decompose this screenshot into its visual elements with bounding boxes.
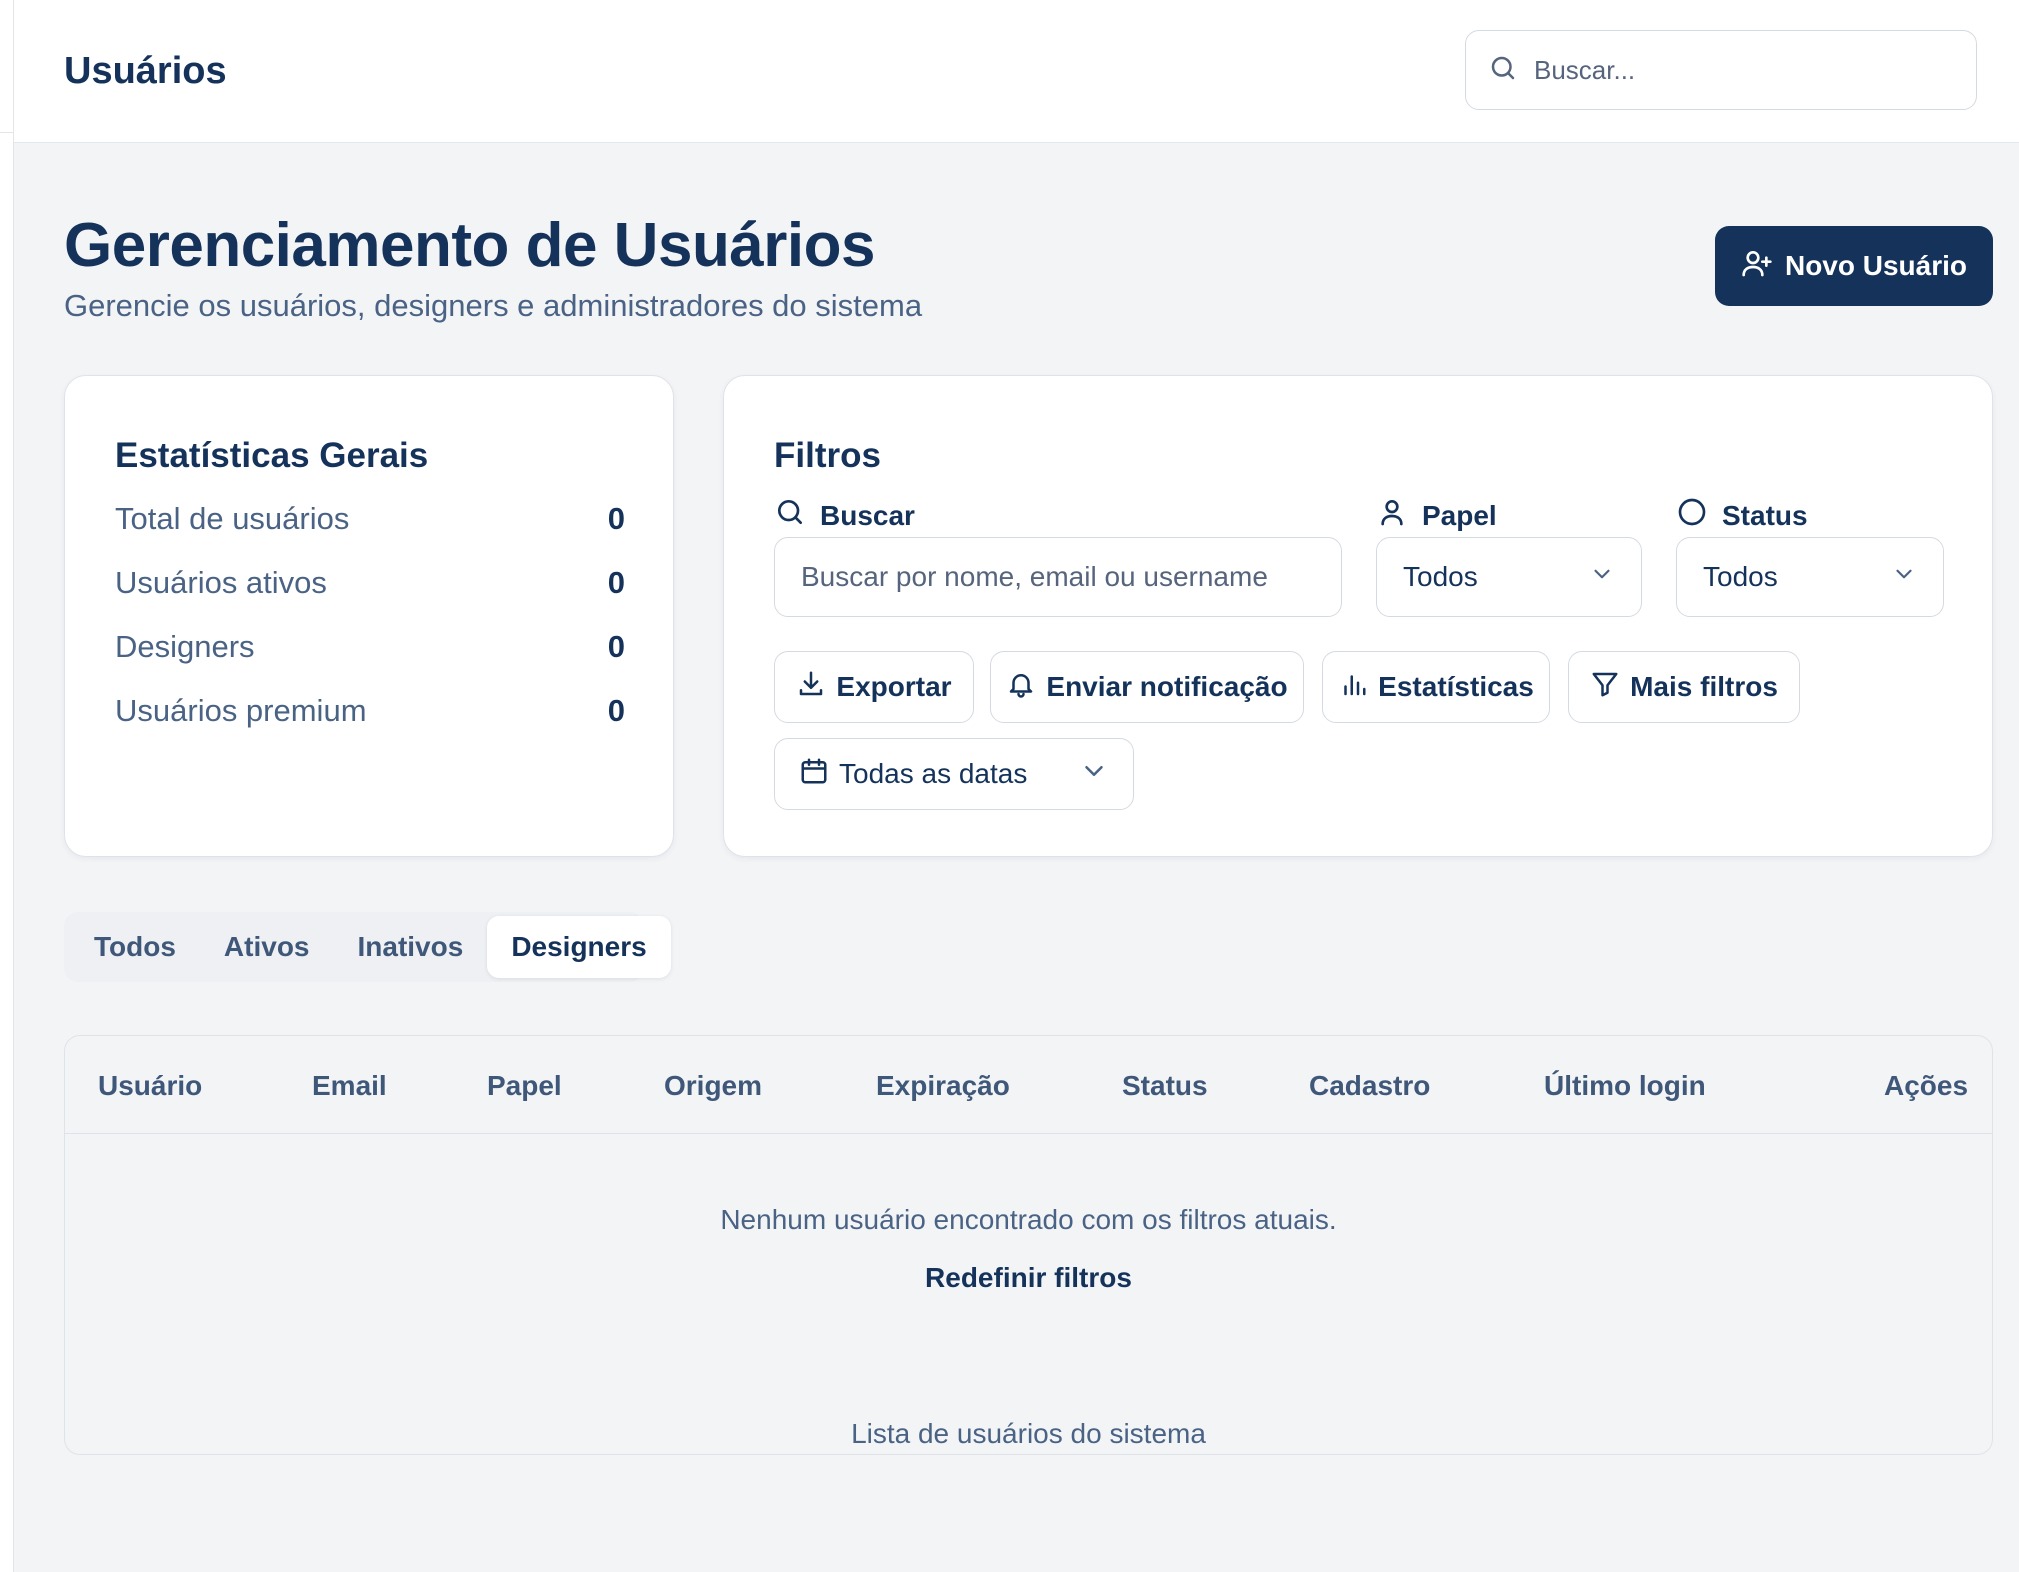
stats-card: Estatísticas Gerais Total de usuários 0 …: [64, 375, 674, 857]
column-header-email[interactable]: Email: [312, 1070, 387, 1102]
page-subtitle: Gerencie os usuários, designers e admini…: [64, 288, 923, 323]
search-icon: [1488, 53, 1518, 88]
role-select[interactable]: Todos: [1376, 537, 1642, 617]
more-filters-button[interactable]: Mais filtros: [1568, 651, 1800, 723]
circle-icon: [1676, 496, 1708, 535]
global-search-input[interactable]: [1534, 54, 1954, 86]
page-title: Gerenciamento de Usuários: [64, 211, 876, 280]
empty-state-message: Nenhum usuário encontrado com os filtros…: [720, 1204, 1337, 1235]
reset-filters-button[interactable]: Redefinir filtros: [65, 1262, 1992, 1294]
tab-designers[interactable]: Designers: [487, 916, 671, 978]
column-header-user[interactable]: Usuário: [98, 1070, 202, 1102]
users-table: Usuário Email Papel Origem Expiração Sta…: [64, 1035, 1993, 1455]
tab-ativos[interactable]: Ativos: [200, 916, 334, 978]
stat-row-designers: Designers 0: [115, 629, 625, 665]
user-icon: [1376, 496, 1408, 535]
bell-icon: [1006, 669, 1036, 706]
stat-label: Designers: [115, 629, 255, 664]
user-tabs: Todos Ativos Inativos Designers: [64, 912, 671, 982]
stat-value: 0: [607, 565, 625, 600]
column-header-status[interactable]: Status: [1122, 1070, 1208, 1102]
new-user-label: Novo Usuário: [1784, 250, 1968, 281]
column-header-role[interactable]: Papel: [487, 1070, 562, 1102]
bar-chart-icon: [1338, 669, 1368, 706]
stat-value: 0: [607, 629, 625, 664]
filter-search-input[interactable]: Buscar por nome, email ou username: [774, 537, 1342, 617]
search-filter-label: Buscar: [774, 496, 915, 535]
export-button[interactable]: Exportar: [774, 651, 974, 723]
search-icon: [774, 496, 806, 535]
stat-value: 0: [607, 693, 625, 728]
calendar-icon: [799, 756, 829, 793]
column-header-actions: Ações: [1884, 1070, 1969, 1101]
filters-card: Filtros Buscar Buscar por nome, email ou…: [723, 375, 1993, 857]
send-notification-button[interactable]: Enviar notificação: [990, 651, 1304, 723]
stat-label: Usuários premium: [115, 693, 367, 728]
stat-value: 0: [607, 501, 625, 536]
download-icon: [796, 669, 826, 706]
new-user-button[interactable]: Novo Usuário: [1715, 226, 1993, 306]
tab-todos[interactable]: Todos: [70, 916, 200, 978]
date-range-select[interactable]: Todas as datas: [774, 738, 1134, 810]
status-filter-label: Status: [1676, 496, 1808, 535]
top-bar: Usuários: [14, 0, 2019, 143]
stat-row-total: Total de usuários 0: [115, 501, 625, 537]
filter-icon: [1590, 669, 1620, 706]
chevron-down-icon: [1891, 561, 1917, 594]
statistics-button[interactable]: Estatísticas: [1322, 651, 1550, 723]
column-header-origin[interactable]: Origem: [664, 1070, 762, 1102]
column-header-expiration[interactable]: Expiração: [876, 1070, 1010, 1102]
chevron-down-icon: [1589, 561, 1615, 594]
table-header: Usuário Email Papel Origem Expiração Sta…: [65, 1036, 1992, 1134]
app-section-title: Usuários: [64, 50, 227, 92]
column-header-signup[interactable]: Cadastro: [1309, 1070, 1430, 1102]
column-header-last-login[interactable]: Último login: [1544, 1070, 1706, 1102]
tab-inativos[interactable]: Inativos: [334, 916, 488, 978]
table-caption: Lista de usuários do sistema: [851, 1418, 1206, 1449]
status-select[interactable]: Todos: [1676, 537, 1944, 617]
filters-title: Filtros: [774, 436, 881, 475]
stat-label: Total de usuários: [115, 501, 350, 536]
stats-title: Estatísticas Gerais: [115, 436, 429, 475]
sidebar-edge: [0, 0, 14, 1572]
user-plus-icon: [1741, 247, 1773, 286]
stat-label: Usuários ativos: [115, 565, 327, 600]
stat-row-premium: Usuários premium 0: [115, 693, 625, 729]
global-search[interactable]: [1465, 30, 1977, 110]
chevron-down-icon: [1079, 756, 1109, 793]
role-filter-label: Papel: [1376, 496, 1497, 535]
stat-row-active: Usuários ativos 0: [115, 565, 625, 601]
